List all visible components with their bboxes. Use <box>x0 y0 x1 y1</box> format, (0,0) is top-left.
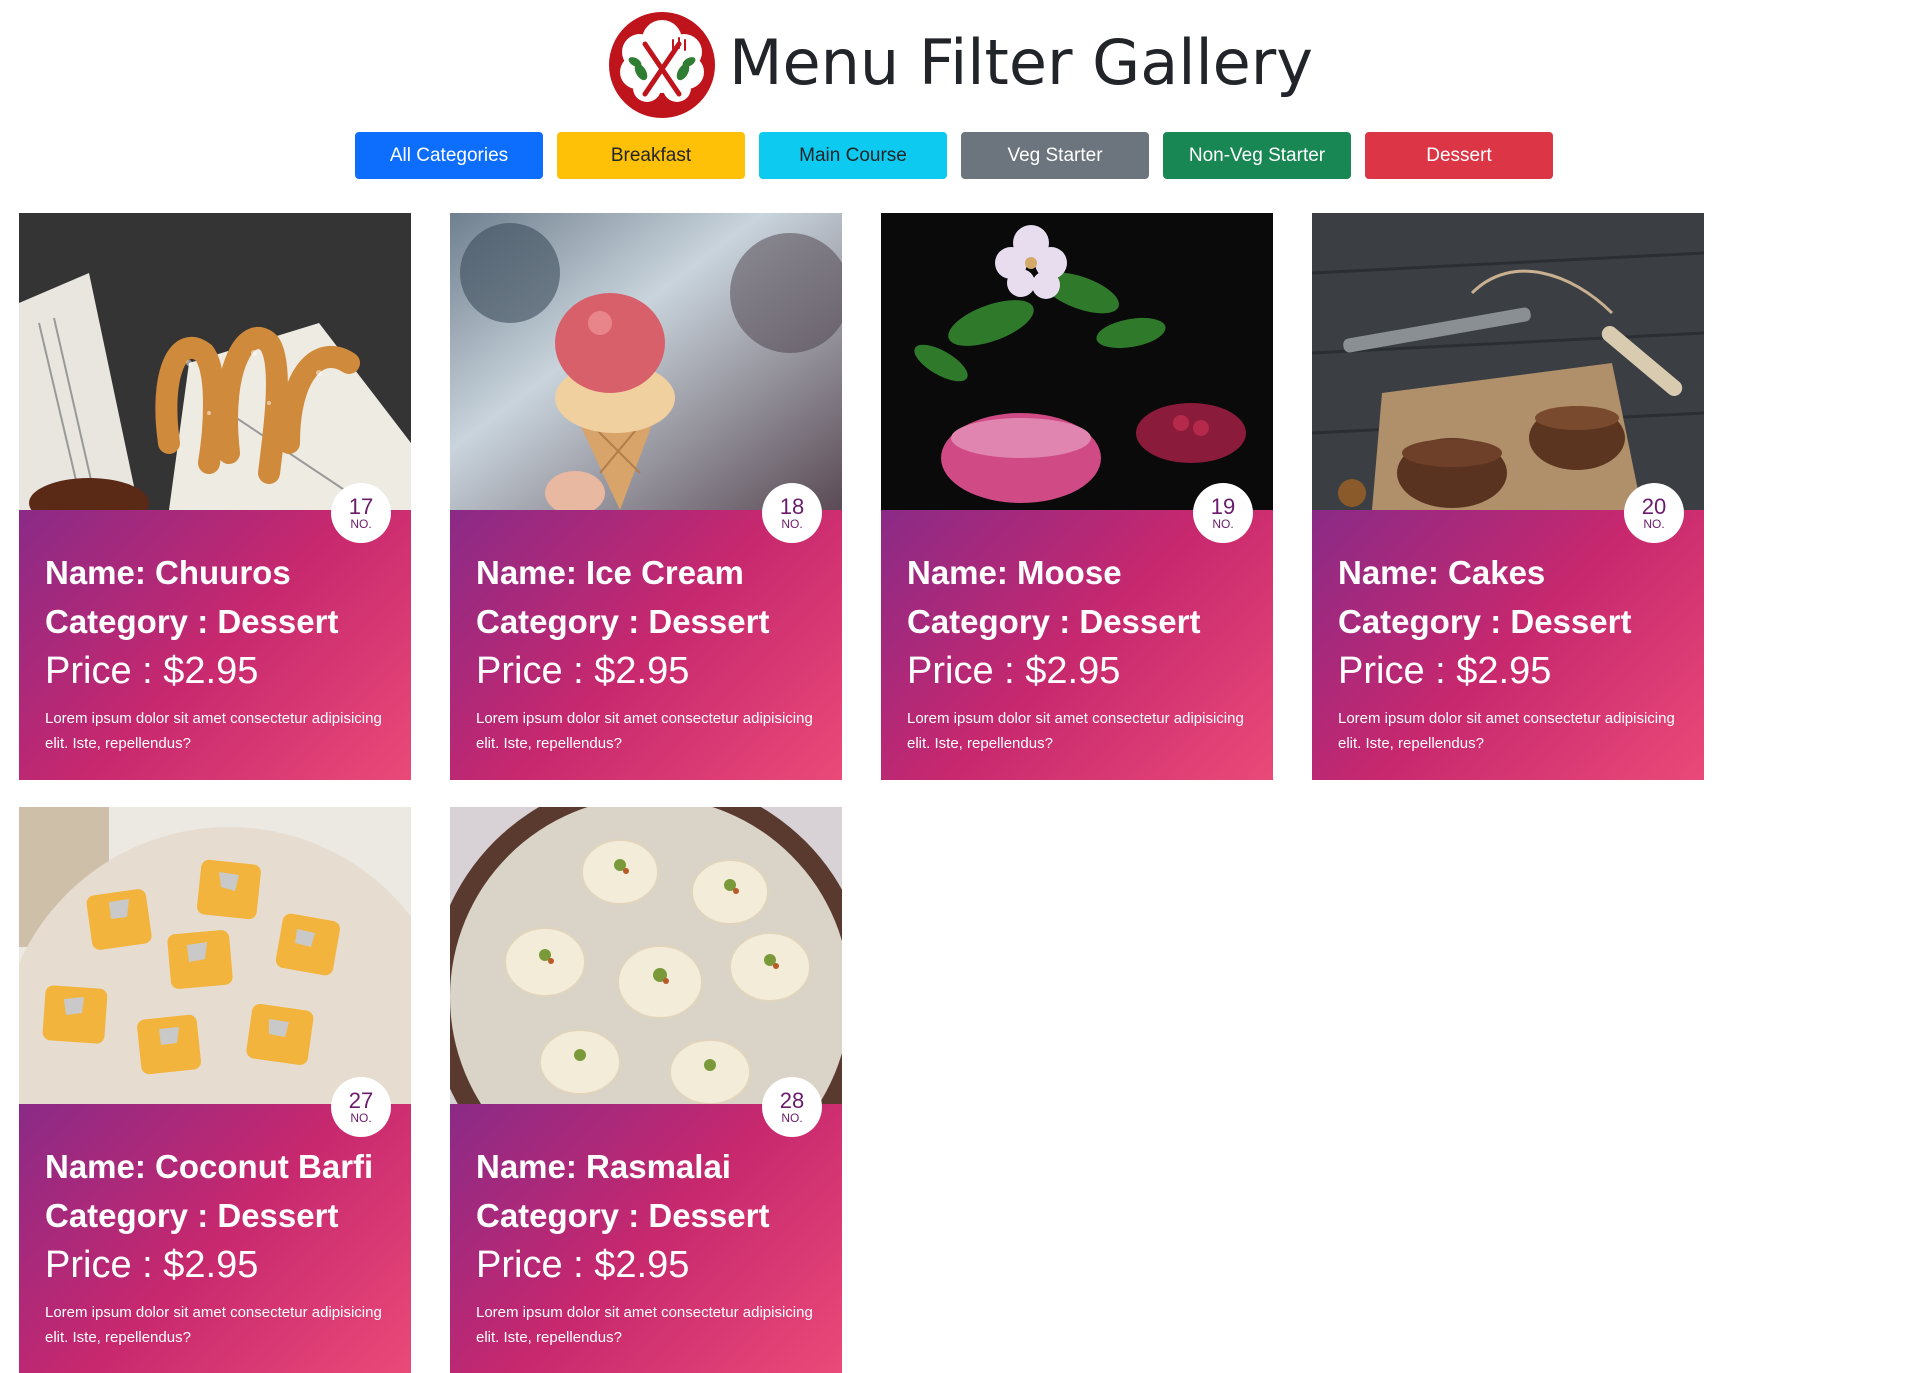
item-category: Category : Dessert <box>476 603 770 640</box>
card-text: Name: Ice Cream Category : Dessert Price… <box>476 548 826 756</box>
item-number-badge: 19 NO. <box>1193 483 1253 543</box>
category-filter-bar: All Categories Breakfast Main Course Veg… <box>355 132 1553 179</box>
item-number: 28 <box>779 1087 805 1113</box>
item-number: 19 <box>1210 493 1236 519</box>
item-name: Name: Moose <box>907 554 1122 591</box>
filter-dessert-button[interactable]: Dessert <box>1365 132 1553 179</box>
item-name: Name: Cakes <box>1338 554 1546 591</box>
item-number-label: NO. <box>781 1110 803 1125</box>
item-category: Category : Dessert <box>907 603 1201 640</box>
card-text: Name: Moose Category : Dessert Price : $… <box>907 548 1257 756</box>
item-price: Price : $2.95 <box>1338 650 1552 692</box>
item-price: Price : $2.95 <box>476 650 690 692</box>
cakes-image <box>1312 213 1704 510</box>
card-text: Name: Cakes Category : Dessert Price : $… <box>1338 548 1688 756</box>
item-number-label: NO. <box>1643 516 1665 531</box>
item-price: Price : $2.95 <box>45 650 259 692</box>
item-description: Lorem ipsum dolor sit amet consectetur a… <box>907 710 1244 752</box>
menu-card[interactable]: 28 NO. Name: Rasmalai Category : Dessert… <box>450 807 842 1373</box>
menu-card[interactable]: 27 NO. Name: Coconut Barfi Category : De… <box>19 807 411 1373</box>
item-category: Category : Dessert <box>45 1197 339 1234</box>
menu-card[interactable]: 17 NO. Name: Chuuros Category : Dessert … <box>19 213 411 780</box>
item-name: Name: Chuuros <box>45 554 291 591</box>
item-number: 20 <box>1641 493 1667 519</box>
card-text: Name: Chuuros Category : Dessert Price :… <box>45 548 395 756</box>
mousse-image <box>881 213 1273 510</box>
item-category: Category : Dessert <box>45 603 339 640</box>
item-number: 17 <box>348 493 374 519</box>
ice-cream-image <box>450 213 842 515</box>
coconut-barfi-image <box>19 807 411 1287</box>
restaurant-logo-icon <box>607 10 717 120</box>
item-number-badge: 28 NO. <box>762 1077 822 1137</box>
menu-card[interactable]: 19 NO. Name: Moose Category : Dessert Pr… <box>881 213 1273 780</box>
filter-veg-starter-button[interactable]: Veg Starter <box>961 132 1149 179</box>
filter-non-veg-starter-button[interactable]: Non-Veg Starter <box>1163 132 1351 179</box>
churros-image <box>19 213 411 528</box>
item-name: Name: Rasmalai <box>476 1148 731 1185</box>
item-description: Lorem ipsum dolor sit amet consectetur a… <box>1338 710 1675 752</box>
item-number-label: NO. <box>350 1110 372 1125</box>
item-number-badge: 27 NO. <box>331 1077 391 1137</box>
item-number-badge: 20 NO. <box>1624 483 1684 543</box>
item-number-label: NO. <box>1212 516 1234 531</box>
card-text: Name: Coconut Barfi Category : Dessert P… <box>45 1142 395 1350</box>
menu-card[interactable]: 20 NO. Name: Cakes Category : Dessert Pr… <box>1312 213 1704 780</box>
filter-all-categories-button[interactable]: All Categories <box>355 132 543 179</box>
page-title: Menu Filter Gallery <box>728 25 1313 99</box>
card-text: Name: Rasmalai Category : Dessert Price … <box>476 1142 826 1350</box>
item-number-badge: 18 NO. <box>762 483 822 543</box>
item-category: Category : Dessert <box>1338 603 1632 640</box>
item-category: Category : Dessert <box>476 1197 770 1234</box>
item-name: Name: Ice Cream <box>476 554 744 591</box>
filter-breakfast-button[interactable]: Breakfast <box>557 132 745 179</box>
item-number-label: NO. <box>781 516 803 531</box>
item-number: 27 <box>348 1087 374 1113</box>
rasmalai-image <box>450 807 842 1217</box>
filter-main-course-button[interactable]: Main Course <box>759 132 947 179</box>
item-description: Lorem ipsum dolor sit amet consectetur a… <box>476 1304 813 1346</box>
header: Menu Filter Gallery <box>0 10 1920 120</box>
menu-card[interactable]: 18 NO. Name: Ice Cream Category : Desser… <box>450 213 842 780</box>
item-description: Lorem ipsum dolor sit amet consectetur a… <box>45 710 382 752</box>
item-price: Price : $2.95 <box>907 650 1121 692</box>
item-number-label: NO. <box>350 516 372 531</box>
item-number: 18 <box>779 493 805 519</box>
item-name: Name: Coconut Barfi <box>45 1148 374 1185</box>
item-description: Lorem ipsum dolor sit amet consectetur a… <box>476 710 813 752</box>
item-description: Lorem ipsum dolor sit amet consectetur a… <box>45 1304 382 1346</box>
page: Menu Filter Gallery All Categories Break… <box>0 0 1920 1373</box>
item-number-badge: 17 NO. <box>331 483 391 543</box>
item-price: Price : $2.95 <box>45 1244 259 1286</box>
item-price: Price : $2.95 <box>476 1244 690 1286</box>
